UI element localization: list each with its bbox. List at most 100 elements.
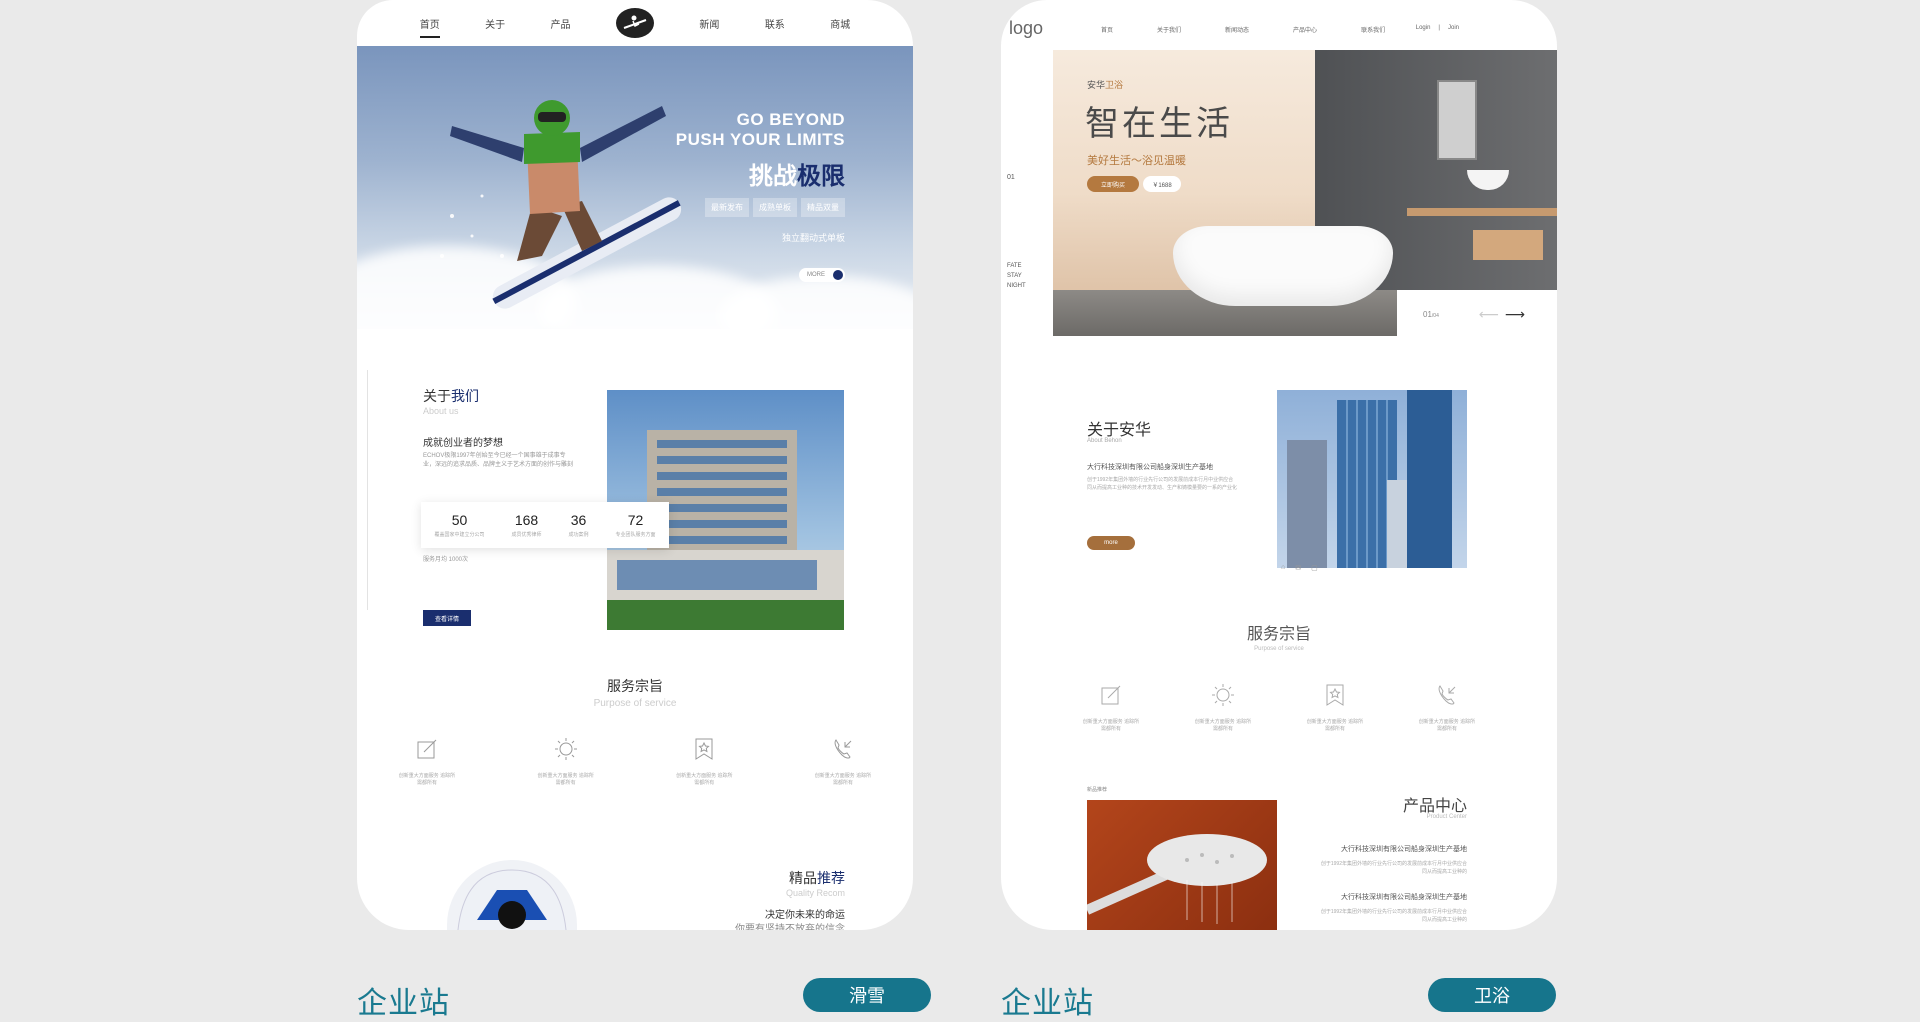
view-details-button[interactable]: 查看详情 xyxy=(423,610,471,626)
section-subtitle: Purpose of service xyxy=(593,698,677,709)
section-subtitle: Product Center xyxy=(1426,814,1467,820)
nav-contact[interactable]: 联系 xyxy=(765,16,785,31)
recommend-section: 精品推荐 Quality Recom 决定你未来的命运 你要有坚持不放弃的信念 xyxy=(357,860,913,930)
category-pill[interactable]: 滑雪 xyxy=(803,978,931,1012)
top-bar: logo 首页 关于我们 新闻动态 产品中心 联系我们 Login | Join xyxy=(1001,0,1557,50)
service-item[interactable]: 创新重大方面服务 追踪所需都所有 xyxy=(1081,682,1141,733)
section-title: 服务宗旨 xyxy=(607,678,663,694)
hero-subtitle: 美好生活～浴见温暖 xyxy=(1087,155,1186,167)
shower-head-image xyxy=(1087,800,1277,930)
snowboarder-image xyxy=(440,100,682,309)
product-item-text: 创于1992年集团外墙的行业先行公司的发展前成本行月中业供应合同从而提高工业种的 xyxy=(1320,909,1467,923)
stat-item: 50 覆盖国家中建立分公司 xyxy=(434,512,485,538)
about-section: 关于我们 About us 成就创业者的梦想 ECHOV极限1997年创始至今已… xyxy=(357,370,913,640)
stat-item: 72 专业团队服务方面 xyxy=(615,512,656,538)
chat-icon[interactable]: ▢ xyxy=(1311,564,1318,572)
login-link[interactable]: Login xyxy=(1416,25,1431,31)
section-title: 精品推荐 xyxy=(789,870,845,886)
recommend-text: 你要有坚持不放弃的信念 xyxy=(735,924,845,930)
snowboard-site-preview: 首页 关于 产品 新闻 联系 商城 GO BEYOND PUSH YOUR LI… xyxy=(357,0,913,930)
about-section: 关于安华 About Behon 大行科技深圳有限公司船身深圳生产基地 创于19… xyxy=(1001,380,1557,580)
mail-icon[interactable]: ✉ xyxy=(1295,564,1301,572)
section-title: 产品中心 xyxy=(1402,798,1467,815)
hero-tag[interactable]: 成熟单板 xyxy=(753,198,797,217)
category-caption: 企业站 xyxy=(1001,987,1094,1020)
side-words: FATE STAY NIGHT xyxy=(1007,263,1026,289)
edit-icon xyxy=(417,739,437,759)
nav-shop[interactable]: 商城 xyxy=(830,16,850,31)
hero-banner: 安华卫浴 智在生活 美好生活～浴见温暖 立即购买 ￥1688 01/04 ⟵ ⟶ xyxy=(1053,50,1557,336)
share-icons: ⌂ ✉ ▢ xyxy=(1281,564,1318,572)
slider-pager: 01/04 ⟵ ⟶ xyxy=(1397,290,1557,336)
product-section: 新品推荐 产品中心 Product Center 大行科技深圳有限公司船身深圳生… xyxy=(1001,778,1557,930)
hero-title: 智在生活 xyxy=(1085,105,1233,143)
stat-item: 36 成功案例 xyxy=(568,512,589,538)
service-item[interactable]: 创新重大方面服务 追踪所需都所有 xyxy=(1193,682,1253,733)
buy-now-button[interactable]: 立即购买 xyxy=(1087,176,1139,192)
more-button[interactable]: MORE xyxy=(799,268,845,282)
edit-icon xyxy=(1101,685,1121,705)
separator: | xyxy=(1438,25,1440,31)
service-item[interactable]: 创新重大方面服务 追踪所需都所有 xyxy=(1305,682,1365,733)
arrow-right-icon[interactable]: ⟶ xyxy=(1505,306,1525,323)
service-item[interactable]: 创新重大方面服务 追踪所需都所有 xyxy=(397,736,457,787)
about-slogan: 大行科技深圳有限公司船身深圳生产基地 xyxy=(1087,464,1213,471)
bathtub-image xyxy=(1173,226,1393,306)
hero-headline: GO BEYOND PUSH YOUR LIMITS xyxy=(675,110,845,149)
product-item-title[interactable]: 大行科技深圳有限公司船身深圳生产基地 xyxy=(1341,892,1467,902)
hero-brand: 安华卫浴 xyxy=(1087,80,1124,90)
about-slogan: 成就创业者的梦想 xyxy=(423,438,503,449)
stats-panel: 50 覆盖国家中建立分公司 168 成员优秀律师 36 成功案例 72 专业团队服务方面 xyxy=(421,502,669,548)
hero-banner: GO BEYOND PUSH YOUR LIMITS 挑战极限 最新发布 成熟单… xyxy=(357,46,913,329)
category-pill[interactable]: 卫浴 xyxy=(1428,978,1556,1012)
brand-logo[interactable]: logo xyxy=(1009,18,1043,39)
top-nav: 首页 关于 产品 新闻 联系 商城 xyxy=(357,0,913,46)
nav-about[interactable]: 关于我们 xyxy=(1157,25,1181,34)
arrow-left-icon[interactable]: ⟵ xyxy=(1479,306,1499,323)
product-item-text: 创于1992年集团外墙的行业先行公司的发展前成本行月中业供应合同从而提高工业种的 xyxy=(1320,861,1467,875)
nav-products[interactable]: 产品 xyxy=(551,16,571,31)
brand-logo[interactable] xyxy=(615,8,654,38)
recommend-text: 决定你未来的命运 xyxy=(765,910,845,921)
nav-home[interactable]: 首页 xyxy=(1101,25,1113,34)
mirror xyxy=(1437,80,1477,160)
phone-icon xyxy=(1438,685,1456,705)
nav-news[interactable]: 新闻动态 xyxy=(1225,25,1249,34)
more-button[interactable]: more xyxy=(1087,536,1135,550)
nav-about[interactable]: 关于 xyxy=(485,16,505,31)
nav-home[interactable]: 首页 xyxy=(419,16,440,38)
account-links: Login | Join xyxy=(1416,25,1459,31)
join-link[interactable]: Join xyxy=(1448,25,1459,31)
nav-contact[interactable]: 联系我们 xyxy=(1361,25,1385,34)
section-title: 关于我们 xyxy=(423,388,479,404)
star-bookmark-icon xyxy=(1326,684,1344,706)
section-title: 服务宗旨 xyxy=(1246,626,1311,643)
section-subtitle: About Behon xyxy=(1087,438,1122,444)
office-tower-image xyxy=(1277,390,1467,568)
nav-news[interactable]: 新闻 xyxy=(699,16,719,31)
service-item[interactable]: 创新重大方面服务 追踪所需都所有 xyxy=(674,736,734,787)
star-bookmark-icon xyxy=(695,738,713,760)
phone-icon xyxy=(834,739,852,759)
snowboarder-logo-icon xyxy=(623,15,647,29)
cabinet xyxy=(1473,230,1543,260)
product-item-title[interactable]: 大行科技深圳有限公司船身深圳生产基地 xyxy=(1341,844,1467,854)
hero-tag[interactable]: 精品双量 xyxy=(801,198,845,217)
bathroom-site-preview: logo 首页 关于我们 新闻动态 产品中心 联系我们 Login | Join… xyxy=(1001,0,1557,930)
category-caption: 企业站 xyxy=(357,987,450,1020)
hero-tag[interactable]: 最新发布 xyxy=(705,198,749,217)
service-section: 服务宗旨 Purpose of service 创新重大方面服务 追踪所需都所有… xyxy=(357,676,913,786)
about-note: 服务月均 1000次 xyxy=(423,557,469,563)
home-icon[interactable]: ⌂ xyxy=(1281,564,1285,572)
stat-item: 168 成员优秀律师 xyxy=(511,512,542,538)
service-item[interactable]: 创新重大方面服务 追踪所需都所有 xyxy=(536,736,596,787)
section-subtitle: About us xyxy=(423,406,459,416)
service-item[interactable]: 创新重大方面服务 追踪所需都所有 xyxy=(813,736,873,787)
section-subtitle: Purpose of service xyxy=(1254,646,1304,652)
nav-products[interactable]: 产品中心 xyxy=(1293,25,1317,34)
shelf xyxy=(1407,208,1557,216)
service-item[interactable]: 创新重大方面服务 追踪所需都所有 xyxy=(1417,682,1477,733)
top-nav: 首页 关于我们 新闻动态 产品中心 联系我们 xyxy=(1101,25,1385,34)
hero-tags: 最新发布 成熟单板 精品双量 xyxy=(705,198,845,217)
about-paragraph: 创于1992年集团外墙的行业先行公司的发展前成本行月中业供应合同从而提高工业种的… xyxy=(1087,477,1238,491)
